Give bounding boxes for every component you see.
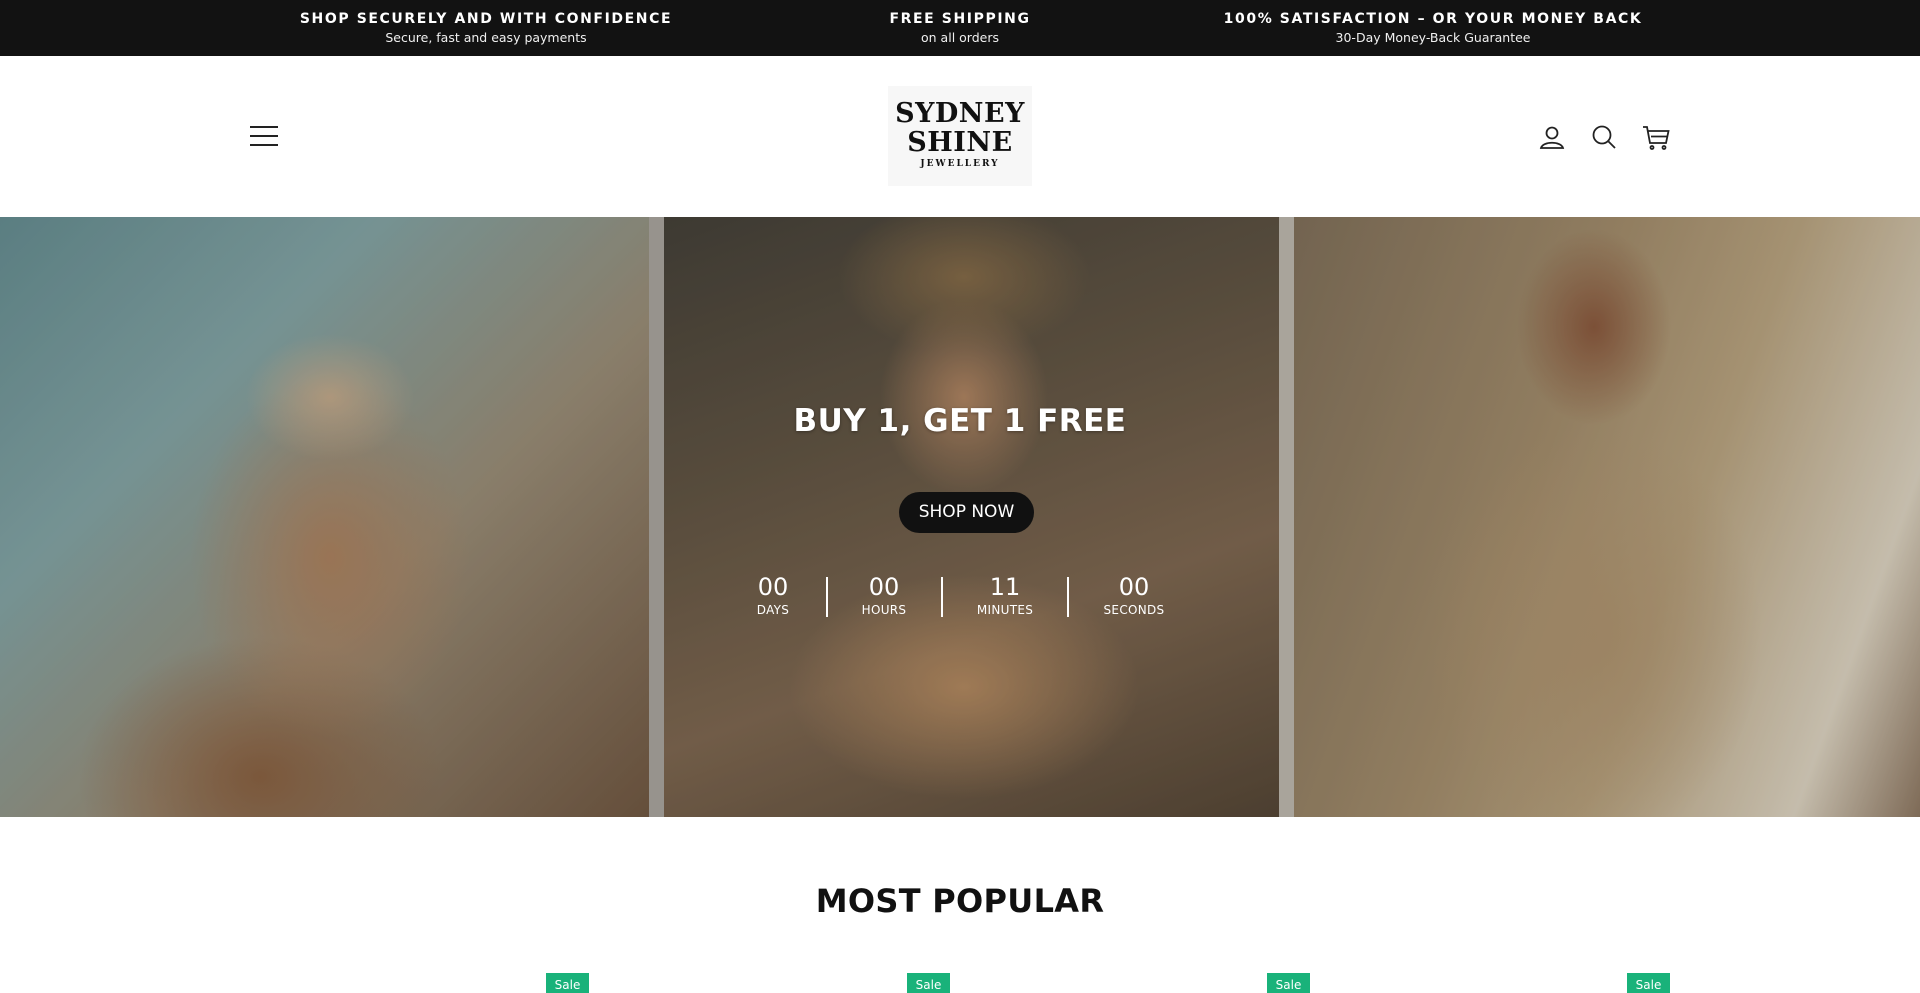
countdown-separator — [941, 577, 943, 617]
search-icon[interactable] — [1589, 122, 1619, 152]
countdown-value: 00 — [1118, 573, 1150, 601]
shop-now-button[interactable]: SHOP NOW — [899, 492, 1034, 533]
countdown-label: SECONDS — [1103, 603, 1165, 617]
countdown-days: 00 DAYS — [757, 572, 789, 618]
countdown-label: DAYS — [756, 603, 790, 617]
countdown-value: 11 — [989, 573, 1021, 601]
logo-line-3: JEWELLERY — [920, 159, 1000, 169]
site-header: SYDNEY SHINE JEWELLERY — [0, 56, 1920, 217]
announcement-title: FREE SHIPPING — [889, 11, 1031, 27]
hero-title: BUY 1, GET 1 FREE — [793, 403, 1127, 439]
countdown-label: MINUTES — [976, 603, 1034, 617]
announcement-subtitle: Secure, fast and easy payments — [385, 30, 587, 45]
account-icon[interactable] — [1537, 122, 1567, 152]
cart-icon[interactable] — [1641, 122, 1671, 152]
logo-line-1: SYDNEY — [895, 98, 1025, 129]
countdown-separator — [826, 577, 828, 617]
announcement-title: SHOP SECURELY AND WITH CONFIDENCE — [299, 11, 673, 27]
announcement-subtitle: on all orders — [921, 30, 999, 45]
announcement-shipping: FREE SHIPPING on all orders — [889, 9, 1030, 47]
announcement-title: 100% SATISFACTION – OR YOUR MONEY BACK — [1223, 11, 1643, 27]
countdown-hours: 00 HOURS — [862, 572, 907, 618]
site-logo[interactable]: SYDNEY SHINE JEWELLERY — [888, 86, 1032, 186]
menu-icon[interactable] — [250, 126, 278, 148]
countdown-value: 00 — [868, 573, 900, 601]
announcement-secure: SHOP SECURELY AND WITH CONFIDENCE Secure… — [300, 9, 672, 47]
announcement-subtitle: 30-Day Money-Back Guarantee — [1335, 30, 1531, 45]
countdown-label: HOURS — [861, 603, 907, 617]
countdown-seconds: 00 SECONDS — [1104, 572, 1165, 618]
announcement-guarantee: 100% SATISFACTION – OR YOUR MONEY BACK 3… — [1224, 9, 1643, 47]
countdown-minutes: 11 MINUTES — [977, 572, 1033, 618]
sale-badge: Sale — [1267, 973, 1310, 993]
sale-badge: Sale — [907, 973, 950, 993]
announcement-bar: SHOP SECURELY AND WITH CONFIDENCE Secure… — [0, 0, 1920, 56]
logo-line-2: SHINE — [907, 127, 1013, 158]
countdown-separator — [1067, 577, 1069, 617]
countdown-value: 00 — [757, 573, 789, 601]
section-title-most-popular: MOST POPULAR — [815, 882, 1105, 920]
sale-badge: Sale — [546, 973, 589, 993]
hero-banner: BUY 1, GET 1 FREE SHOP NOW 00 DAYS 00 HO… — [0, 217, 1920, 817]
sale-badge: Sale — [1627, 973, 1670, 993]
